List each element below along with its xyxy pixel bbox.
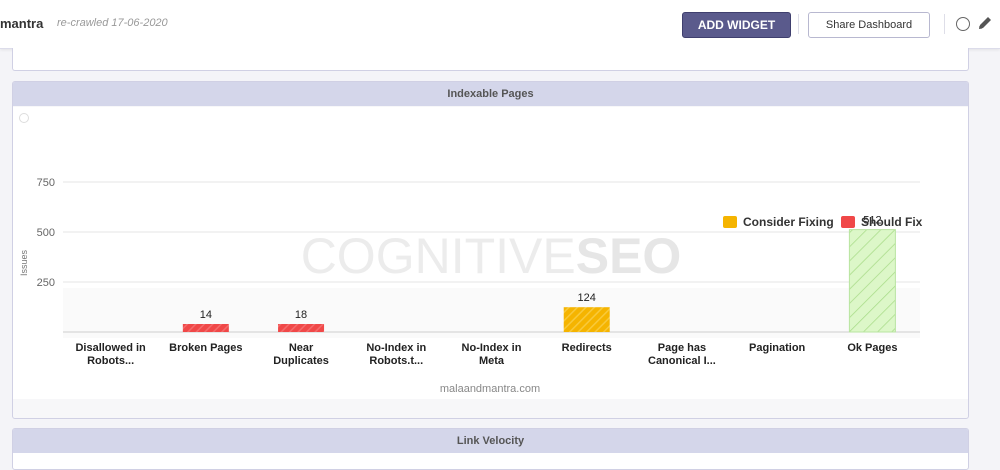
watermark-light: COGNITIVE [301, 228, 576, 284]
x-tick-label: Ok Pages [847, 342, 897, 354]
top-bar: mantra re-crawled 17-06-2020 ADD WIDGET … [0, 0, 1000, 49]
y-axis-label: Issues [19, 249, 29, 276]
y-tick-label: 250 [37, 277, 55, 289]
y-tick-label: 750 [37, 177, 55, 189]
x-tick-label: Robots... [87, 355, 134, 367]
chart-area: 250 500 750 COGNITIVESEO 14 18 124 512 Disall… [13, 107, 968, 399]
previous-widget-panel [12, 48, 969, 71]
bar-should-fix[interactable] [182, 324, 229, 332]
bar-ok[interactable] [848, 229, 896, 333]
y-tick-label: 500 [37, 227, 55, 239]
bar-consider-fixing[interactable] [563, 307, 610, 332]
x-tick-label: Pagination [749, 342, 806, 354]
indexable-pages-chart: 250500750 COGNITIVESEO 14 18124512 Disall… [19, 177, 923, 395]
x-tick-label: Redirects [562, 342, 612, 354]
data-label: 124 [578, 292, 596, 304]
add-widget-button[interactable]: ADD WIDGET [682, 12, 791, 38]
x-tick-label: Page has [658, 342, 706, 354]
legend-consider-fixing[interactable]: Consider Fixing [743, 215, 834, 229]
indexable-pages-panel: Indexable Pages 250 500 750 COGNITIVESEO… [12, 81, 969, 419]
divider [798, 14, 799, 34]
bar-should-fix[interactable] [278, 324, 325, 332]
domain-label: malaandmantra.com [440, 383, 540, 395]
share-dashboard-button[interactable]: Share Dashboard [808, 12, 930, 38]
panel-title: Indexable Pages [13, 82, 968, 106]
x-tick-label: Disallowed in [75, 342, 146, 354]
x-tick-label: Robots.t... [369, 355, 423, 367]
watermark: COGNITIVESEO [301, 228, 682, 284]
x-tick-label: Near [289, 342, 314, 354]
x-tick-label: Canonical I... [648, 355, 716, 367]
data-label: 18 [295, 309, 307, 321]
x-tick-label: Meta [479, 355, 505, 367]
link-velocity-panel: Link Velocity [12, 428, 969, 470]
legend-should-fix[interactable]: Should Fix [861, 215, 923, 229]
crawl-date: re-crawled 17-06-2020 [57, 17, 168, 29]
x-tick-label: No-Index in [366, 342, 426, 354]
x-tick-label: Broken Pages [169, 342, 242, 354]
data-label: 14 [200, 309, 212, 321]
x-tick-label: No-Index in [462, 342, 522, 354]
watermark-bold: SEO [576, 228, 682, 284]
x-tick-label: Duplicates [273, 355, 329, 367]
site-name: mantra [0, 16, 44, 31]
circle-icon[interactable] [956, 17, 970, 31]
legend-swatch-should-fix [841, 216, 855, 228]
divider [944, 14, 945, 34]
pencil-icon[interactable] [977, 14, 993, 32]
legend-swatch-consider-fixing [723, 216, 737, 228]
panel-title: Link Velocity [13, 429, 968, 453]
